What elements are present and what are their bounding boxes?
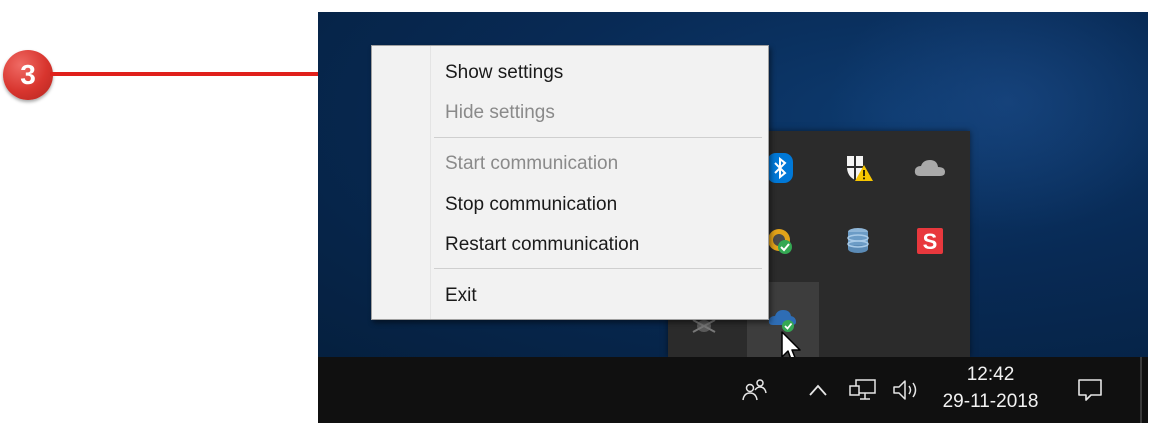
tray-snagit[interactable]: S [900, 211, 960, 271]
action-center-button[interactable] [1070, 357, 1110, 423]
menu-item-restart-communication[interactable]: Restart communication [432, 226, 764, 264]
menu-item-stop-communication[interactable]: Stop communication [432, 186, 764, 224]
cloud-check-icon [768, 309, 796, 332]
menu-item-hide-settings[interactable]: Hide settings [432, 94, 764, 132]
tray-context-menu: Show settings Hide settings Start commun… [371, 45, 769, 320]
step-callout-badge: 3 [3, 50, 53, 100]
people-button[interactable] [733, 357, 777, 423]
bluetooth-icon [767, 153, 793, 183]
volume-icon [893, 380, 917, 400]
windows-security-icon [847, 156, 873, 181]
volume-button[interactable] [888, 357, 926, 423]
tray-onedrive[interactable] [900, 138, 960, 198]
menu-item-start-communication[interactable]: Start communication [432, 145, 764, 183]
people-icon [742, 379, 767, 401]
menu-item-exit[interactable]: Exit [432, 277, 764, 315]
onedrive-icon [914, 160, 945, 176]
menu-separator [434, 137, 762, 138]
taskbar-clock[interactable]: 12:42 29-11-2018 [933, 361, 1048, 421]
taskbar: 12:42 29-11-2018 [318, 357, 1148, 423]
network-icon [849, 379, 876, 400]
action-center-icon [1078, 379, 1102, 401]
step-number: 3 [20, 59, 36, 90]
database-icon [847, 228, 869, 253]
chevron-up-icon [809, 384, 827, 396]
network-button[interactable] [846, 357, 880, 423]
snagit-icon: S [917, 228, 943, 254]
show-desktop-edge[interactable] [1140, 357, 1142, 423]
tray-windows-security[interactable] [828, 138, 888, 198]
clock-date: 29-11-2018 [942, 391, 1039, 412]
svg-text:S: S [923, 229, 938, 254]
menu-separator [434, 268, 762, 269]
tray-database[interactable] [828, 211, 888, 271]
clock-time: 12:42 [966, 364, 1015, 385]
app-check-icon [768, 229, 792, 254]
menu-icon-gutter [372, 46, 431, 319]
menu-item-show-settings[interactable]: Show settings [432, 54, 764, 92]
show-hidden-icons-button[interactable] [803, 357, 833, 423]
